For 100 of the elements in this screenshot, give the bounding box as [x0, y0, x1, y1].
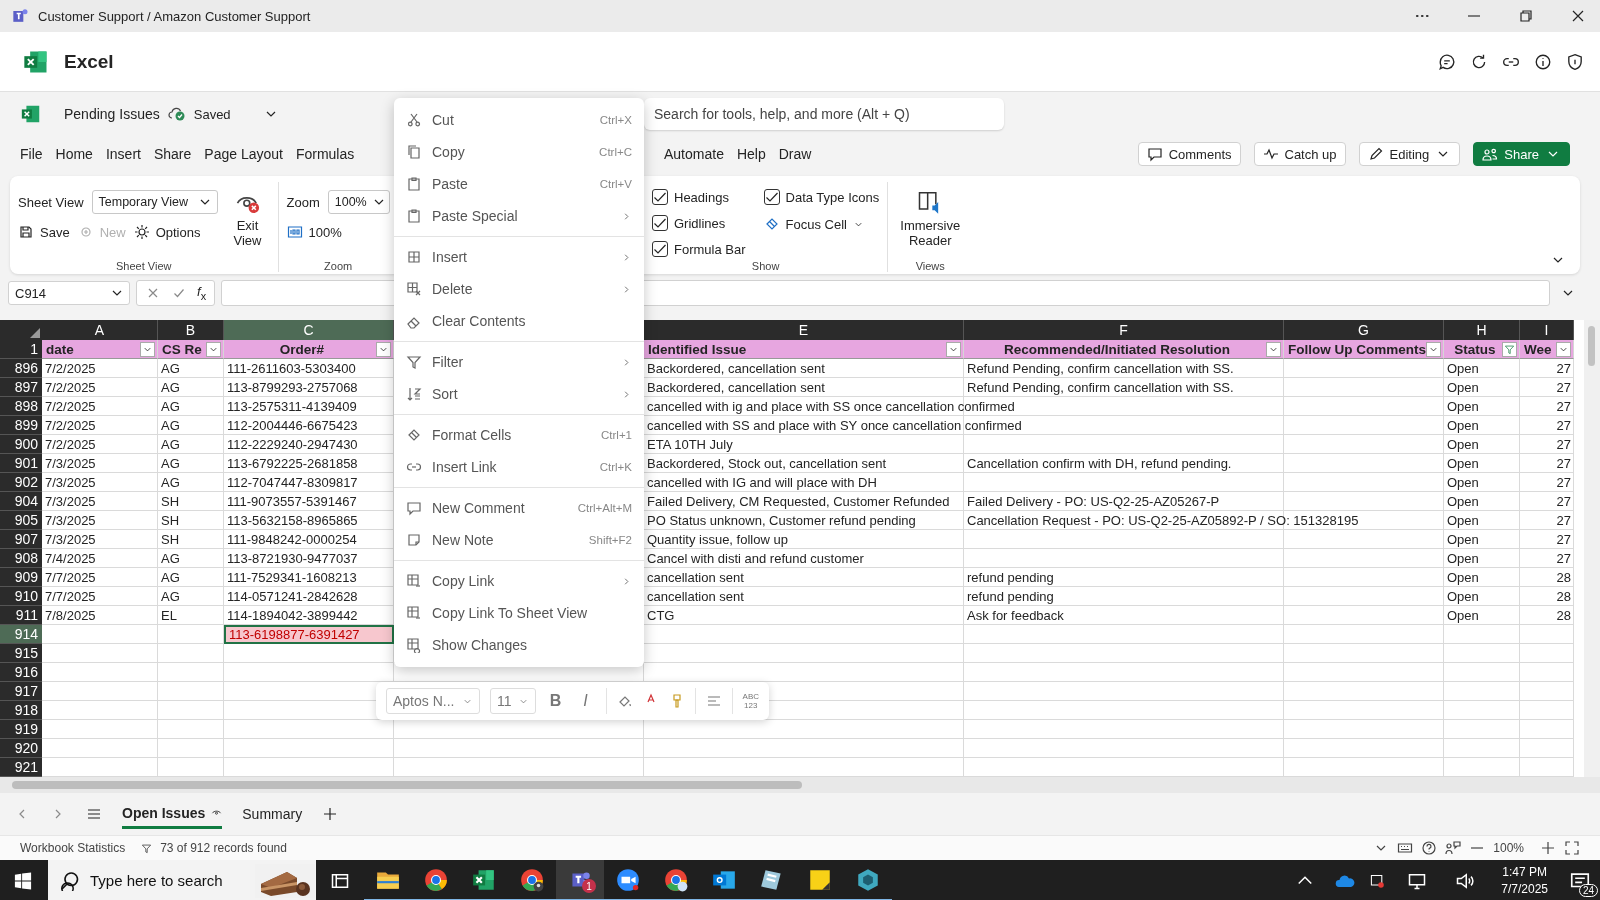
clock[interactable]: 1:47 PM 7/7/2025	[1501, 863, 1548, 898]
menu-item[interactable]: Cut Ctrl+X	[394, 104, 644, 136]
zoom-level[interactable]: 100%	[1493, 841, 1524, 855]
filter-button[interactable]	[376, 341, 391, 357]
taskbar-app[interactable]: 1	[556, 860, 604, 900]
checkbox[interactable]: Data Type Icons	[763, 186, 880, 208]
help-icon[interactable]	[1421, 840, 1438, 856]
ribbon-tab[interactable]: Help	[736, 139, 766, 169]
feedback-icon[interactable]	[1445, 840, 1462, 856]
name-box[interactable]: C914	[8, 281, 130, 305]
exit-view-button[interactable]: Exit View	[225, 182, 270, 260]
row-header[interactable]: 911	[0, 606, 42, 625]
sheet-tab[interactable]: Open Issues	[122, 799, 223, 829]
ribbon-button[interactable]: Save	[18, 220, 70, 244]
menu-item[interactable]: Paste Special	[394, 200, 644, 232]
row-header[interactable]: 901	[0, 454, 42, 473]
row-header[interactable]: 900	[0, 435, 42, 454]
filter-button[interactable]	[1426, 341, 1441, 357]
row-header[interactable]: 910	[0, 587, 42, 606]
checkbox[interactable]: Gridlines	[652, 212, 746, 234]
filter-button[interactable]	[1502, 341, 1517, 357]
row-header[interactable]: 898	[0, 397, 42, 416]
menu-item[interactable]: Show Changes	[394, 629, 644, 661]
row-header[interactable]: 905	[0, 511, 42, 530]
row-header[interactable]: 916	[0, 663, 42, 682]
ribbon-tab[interactable]: Formulas	[295, 139, 355, 169]
sheet-tab[interactable]: Summary	[242, 799, 303, 829]
column-header[interactable]: B	[158, 320, 224, 340]
ribbon-tab[interactable]: Page Layout	[204, 139, 283, 169]
zoom-in-icon[interactable]	[1540, 840, 1556, 856]
row-header[interactable]: 904	[0, 492, 42, 511]
menu-item[interactable]: Delete	[394, 273, 644, 305]
focus-cell-button[interactable]: Focus Cell	[763, 212, 880, 236]
row-header[interactable]: 902	[0, 473, 42, 492]
ribbon-tab[interactable]: Draw	[778, 139, 812, 169]
chat-icon[interactable]	[1438, 52, 1456, 71]
notifications-button[interactable]: 24	[1560, 860, 1600, 900]
menu-item[interactable]: Filter	[394, 346, 644, 378]
ribbon-tab[interactable]: Share	[153, 139, 192, 169]
row-header[interactable]: 909	[0, 568, 42, 587]
mode-dropdown[interactable]: Editing	[1358, 142, 1461, 166]
filter-button[interactable]	[1556, 341, 1571, 357]
column-header[interactable]: I	[1520, 320, 1574, 340]
column-header[interactable]: F	[964, 320, 1284, 340]
filter-button[interactable]	[206, 341, 221, 357]
vertical-scrollbar[interactable]	[1584, 320, 1600, 777]
ribbon-tab[interactable]: File	[20, 139, 43, 169]
info-icon[interactable]	[1534, 52, 1552, 71]
menu-item[interactable]: New Comment Ctrl+Alt+M	[394, 492, 644, 524]
immersive-reader-button[interactable]: Immersive Reader	[896, 182, 965, 260]
ribbon-tab[interactable]: Automate	[664, 139, 724, 169]
filter-button[interactable]	[946, 341, 961, 357]
fullscreen-icon[interactable]	[1564, 840, 1580, 856]
font-dropdown[interactable]: Aptos N...	[386, 688, 480, 714]
zoom-dropdown[interactable]: 100%	[327, 190, 390, 214]
toolbar-button[interactable]: Catch up	[1253, 142, 1346, 166]
number-format-button[interactable]: ABC 123	[742, 692, 759, 710]
menu-item[interactable]: Format Cells Ctrl+1	[394, 419, 644, 451]
column-header[interactable]: G	[1284, 320, 1444, 340]
column-header[interactable]: E	[644, 320, 964, 340]
checkbox[interactable]: Formula Bar	[652, 238, 746, 260]
filter-button[interactable]	[1266, 341, 1281, 357]
row-header[interactable]: 897	[0, 378, 42, 397]
shield-icon[interactable]	[1566, 52, 1584, 71]
ribbon-tab[interactable]: Home	[55, 139, 93, 169]
checkbox[interactable]: Headings	[652, 186, 746, 208]
sheet-view-dropdown[interactable]: Temporary View	[91, 190, 218, 214]
menu-item[interactable]: Sort	[394, 378, 644, 410]
row-header[interactable]: 907	[0, 530, 42, 549]
row-header[interactable]: 899	[0, 416, 42, 435]
row-header[interactable]: 919	[0, 720, 42, 739]
row-header[interactable]: 914	[0, 625, 42, 644]
filter-button[interactable]	[140, 341, 155, 357]
document-name[interactable]: Pending Issues	[64, 106, 160, 122]
column-header[interactable]: C	[224, 320, 394, 340]
menu-item[interactable]: Paste Ctrl+V	[394, 168, 644, 200]
windows-start-icon[interactable]	[14, 871, 32, 890]
search-field[interactable]: Search for tools, help, and more (Alt + Q)	[644, 98, 1004, 130]
selected-cell[interactable]: 113-6198877-6391427	[224, 625, 394, 644]
menu-item[interactable]: New Note Shift+F2	[394, 524, 644, 556]
ribbon-button[interactable]: Options	[133, 220, 201, 244]
ribbon-tab[interactable]: Insert	[105, 139, 141, 169]
column-header[interactable]: A	[42, 320, 158, 340]
toolbar-button[interactable]: Comments	[1137, 142, 1241, 166]
menu-item[interactable]: Copy Ctrl+C	[394, 136, 644, 168]
workbook-statistics-link[interactable]: Workbook Statistics	[20, 841, 126, 855]
row-header[interactable]: 896	[0, 359, 42, 378]
italic-button[interactable]: I	[575, 692, 596, 710]
horizontal-scrollbar[interactable]	[0, 777, 1600, 793]
column-header[interactable]: H	[1444, 320, 1520, 340]
taskbar-search-field[interactable]: Type here to search	[48, 860, 316, 900]
row-header[interactable]: 915	[0, 644, 42, 663]
menu-item[interactable]: Copy Link	[394, 565, 644, 597]
share-button[interactable]: Share	[1473, 142, 1570, 166]
refresh-icon[interactable]	[1470, 52, 1488, 71]
row-header[interactable]: 908	[0, 549, 42, 568]
zoom-reset-button[interactable]: 100%	[286, 220, 342, 244]
insert-function-button[interactable]: f$_{x}$	[197, 284, 207, 302]
keyboard-icon[interactable]	[1397, 840, 1414, 856]
menu-icon[interactable]	[86, 806, 102, 822]
